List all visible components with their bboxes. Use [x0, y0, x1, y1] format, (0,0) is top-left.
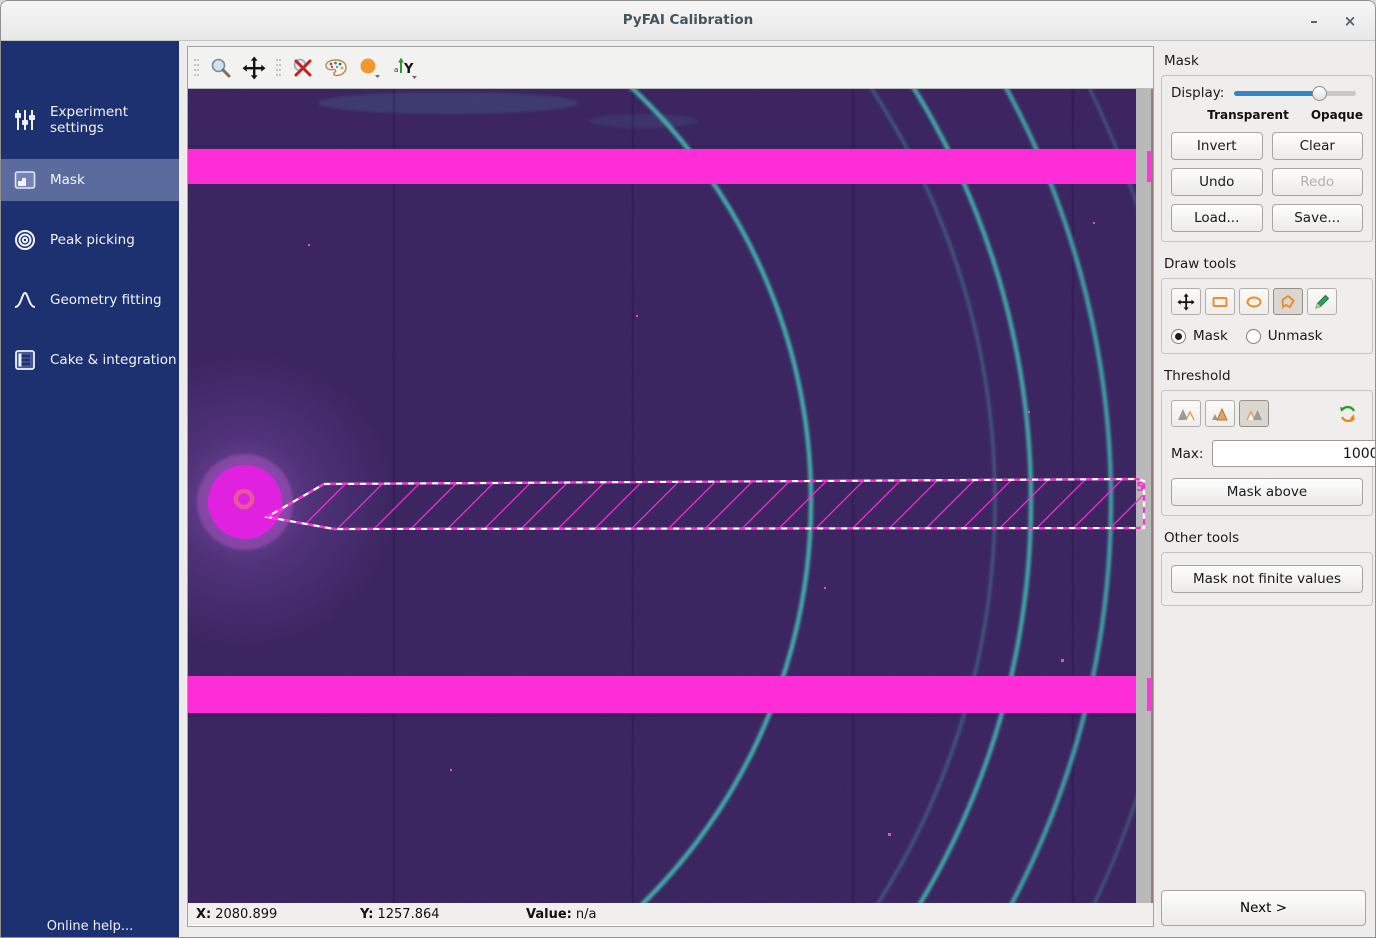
mask-section-title: Mask: [1164, 53, 1373, 69]
opaque-label: Opaque: [1311, 108, 1363, 122]
rectangle-tool-button[interactable]: [1205, 288, 1235, 315]
radio-circle[interactable]: [1171, 329, 1186, 344]
draw-tools-title: Draw tools: [1164, 256, 1373, 272]
invert-button[interactable]: Invert: [1171, 132, 1263, 160]
threshold-group: Max: Mask above: [1161, 390, 1373, 516]
peak-curve-icon: [13, 288, 37, 312]
plot-status-bar: X:2080.899 Y:1257.864 Value:n/a: [188, 903, 1153, 925]
pencil-tool-button[interactable]: [1307, 288, 1337, 315]
sidebar-item-label: Geometry fitting: [50, 292, 162, 308]
list-box-icon: [13, 348, 37, 372]
plot-toolbar: a Y: [188, 47, 1153, 89]
cursor-value-readout: Value:n/a: [526, 907, 596, 922]
beamstop-mask-circle: [197, 454, 293, 550]
sidebar-item-label: Mask: [50, 172, 85, 188]
undo-button[interactable]: Undo: [1171, 168, 1263, 196]
pan-icon: [1177, 293, 1195, 311]
cursor-x-readout: X:2080.899: [196, 907, 277, 922]
mask-not-finite-button[interactable]: Mask not finite values: [1171, 565, 1363, 593]
mask-opacity-slider[interactable]: [1234, 86, 1356, 101]
clear-button[interactable]: Clear: [1272, 132, 1364, 160]
radio-circle[interactable]: [1246, 329, 1261, 344]
sliders-icon: [13, 108, 37, 132]
redo-button[interactable]: Redo: [1272, 168, 1364, 196]
unmask-radio[interactable]: Unmask: [1246, 328, 1323, 344]
sidebar-item-label: Experiment settings: [50, 104, 179, 136]
svg-text:Y: Y: [403, 62, 414, 77]
mask-above-button[interactable]: Mask above: [1171, 478, 1363, 506]
load-button[interactable]: Load...: [1171, 204, 1263, 232]
refresh-threshold-button[interactable]: [1333, 400, 1363, 427]
max-label: Max:: [1171, 446, 1203, 462]
close-button[interactable]: ×: [1337, 9, 1363, 33]
cursor-y-readout: Y:1257.864: [360, 907, 440, 922]
mask-below-threshold-button[interactable]: [1171, 400, 1201, 427]
save-button[interactable]: Save...: [1272, 204, 1364, 232]
polygon-tool-button[interactable]: [1273, 288, 1303, 315]
histogram-above-icon: [1245, 406, 1264, 421]
colormap-palette-icon[interactable]: [324, 56, 348, 80]
online-help-link[interactable]: Online help...: [1, 919, 179, 934]
ellipse-tool-button[interactable]: [1239, 288, 1269, 315]
mask-circle-icon[interactable]: [357, 56, 381, 80]
plot-widget: a Y: [187, 46, 1154, 927]
draw-tools-group: Mask Unmask: [1161, 278, 1373, 354]
svg-text:a: a: [394, 66, 398, 74]
toolbar-grip[interactable]: [193, 57, 200, 79]
max-threshold-input[interactable]: [1212, 440, 1376, 467]
pan-icon[interactable]: [242, 56, 266, 80]
slider-fill: [1234, 91, 1318, 96]
display-label: Display:: [1171, 85, 1224, 101]
sidebar-item-peak-picking[interactable]: Peak picking: [1, 219, 179, 261]
minimize-button[interactable]: –: [1301, 9, 1327, 33]
sidebar: Experiment settings Mask Peak picking: [1, 41, 179, 938]
mask-histogram-icon: [13, 168, 37, 192]
mask-polygon-selection[interactable]: 5: [267, 479, 1144, 529]
other-tools-group: Mask not finite values: [1161, 552, 1373, 606]
mask-actions-group: Display: Transparent Opaque Invert Clear…: [1161, 75, 1373, 242]
sidebar-item-label: Peak picking: [50, 232, 135, 248]
polygon-icon: [1279, 293, 1297, 311]
pencil-icon: [1313, 293, 1331, 311]
toolbar-grip[interactable]: [275, 57, 282, 79]
other-tools-title: Other tools: [1164, 530, 1373, 546]
clear-zoom-icon[interactable]: [291, 56, 315, 80]
zoom-icon[interactable]: [209, 56, 233, 80]
refresh-icon: [1339, 405, 1357, 423]
concentric-rings-icon: [13, 228, 37, 252]
sidebar-item-label: Cake & integration: [50, 352, 177, 368]
rectangle-icon: [1211, 293, 1229, 311]
slider-handle[interactable]: [1312, 86, 1327, 101]
mask-between-threshold-button[interactable]: [1205, 400, 1235, 427]
sidebar-item-geometry-fitting[interactable]: Geometry fitting: [1, 279, 179, 321]
threshold-title: Threshold: [1164, 368, 1373, 384]
histogram-between-icon: [1211, 406, 1230, 421]
transparent-label: Transparent: [1207, 108, 1289, 122]
window-title: PyFAI Calibration: [1, 12, 1375, 28]
title-bar: PyFAI Calibration – ×: [1, 1, 1375, 41]
pan-draw-tool-button[interactable]: [1171, 288, 1201, 315]
detector-image-plot[interactable]: 5: [188, 89, 1153, 903]
mask-panel: Mask Display: Transparent Opaque Invert …: [1161, 46, 1373, 938]
sidebar-item-mask[interactable]: Mask: [1, 159, 179, 201]
app-window: PyFAI Calibration – × Experiment setting…: [0, 0, 1376, 938]
histogram-below-icon: [1177, 406, 1196, 421]
polygon-vertex-label: 5: [1136, 480, 1144, 494]
mask-above-threshold-button[interactable]: [1239, 400, 1269, 427]
mask-radio[interactable]: Mask: [1171, 328, 1228, 344]
ellipse-icon: [1245, 293, 1263, 311]
y-axis-orientation-icon[interactable]: a Y: [390, 56, 420, 80]
sidebar-item-experiment-settings[interactable]: Experiment settings: [1, 99, 179, 141]
sidebar-item-cake-integration[interactable]: Cake & integration: [1, 339, 179, 381]
next-button[interactable]: Next >: [1161, 890, 1366, 926]
